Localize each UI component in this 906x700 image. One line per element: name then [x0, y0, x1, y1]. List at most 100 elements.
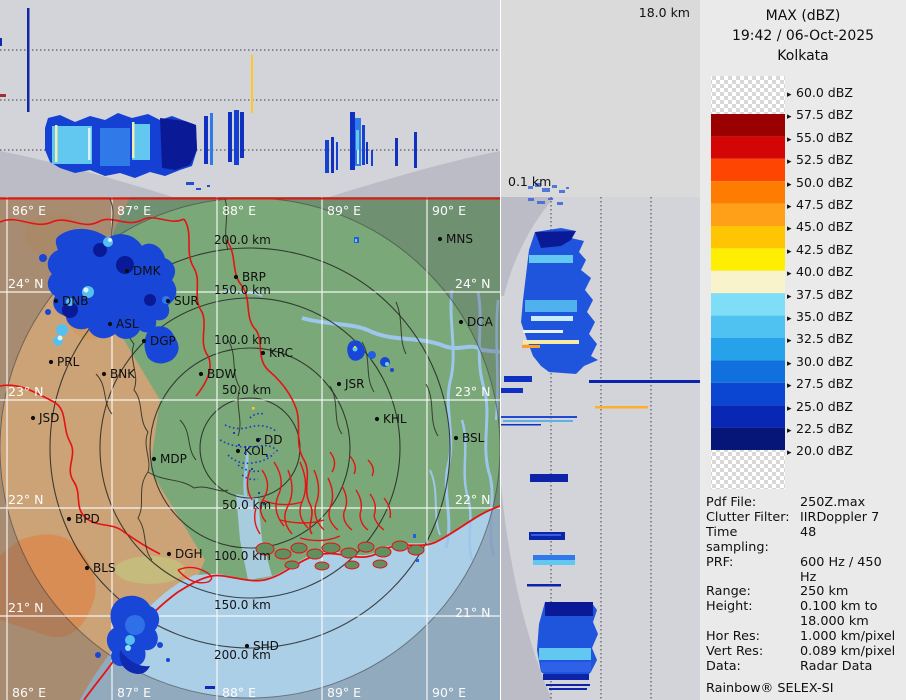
city-dot [124, 268, 130, 274]
longitude-label: 90° E [432, 685, 466, 700]
latitude-label: 23° N [8, 384, 43, 399]
metadata-value: IIRDoppler 7 [800, 509, 880, 525]
dbz-label: 25.0 dBZ [796, 399, 853, 414]
metadata-label: Height: [706, 599, 753, 615]
scale-band [711, 315, 785, 338]
city-label: BNK [110, 367, 136, 381]
metadata-label [706, 615, 800, 630]
city-label: DMK [133, 264, 162, 278]
dbz-label: 47.5 dBZ [796, 197, 853, 212]
scale-band [711, 248, 785, 271]
axis-annotation-corner: 18.0 km 0.1 km [500, 0, 701, 197]
latitude-label: 22° N [455, 492, 490, 507]
metadata-label: Range: [706, 584, 751, 600]
metadata-row: Hor Res: 1.000 km/pixel [706, 629, 902, 645]
dbz-label: 22.5 dBZ [796, 421, 853, 436]
city-label: MDP [160, 452, 187, 466]
tick-arrow-icon: ▸ [787, 157, 792, 167]
longitude-label: 89° E [327, 203, 361, 218]
ring-label: 50.0 km [222, 383, 271, 397]
tick-arrow-icon: ▸ [787, 426, 792, 436]
tick-arrow-icon: ▸ [787, 359, 792, 369]
scale-band [711, 338, 785, 361]
city-dot [198, 371, 204, 377]
scale-band [711, 226, 785, 249]
metadata-value: 0.100 km to [800, 599, 878, 615]
city-dot [101, 371, 107, 377]
ring-label: 150.0 km [214, 283, 271, 297]
scale-band [711, 114, 785, 137]
metadata-label: Data: [706, 658, 741, 674]
metadata-row: Data: Radar Data [706, 658, 902, 675]
ring-label: 150.0 km [214, 598, 271, 612]
dbz-label: 27.5 dBZ [796, 376, 853, 391]
scale-band [711, 203, 785, 226]
tick-arrow-icon: ▸ [787, 224, 792, 234]
metadata-rows: Pdf File: 250Z.max Clutter Filter: IIRDo… [706, 495, 902, 675]
metadata-row: Time sampling: 48 [706, 524, 902, 556]
scale-band [711, 360, 785, 383]
metadata-row: 18.000 km [706, 614, 902, 630]
metadata-value: 250Z.max [800, 495, 866, 510]
city-label: BLS [93, 561, 116, 575]
metadata-row: Range: 250 km [706, 585, 902, 600]
dbz-label: 35.0 dBZ [796, 309, 853, 324]
dbz-label: 42.5 dBZ [796, 242, 853, 257]
latitude-label: 21° N [455, 605, 490, 620]
city-dot [233, 274, 239, 280]
dbz-label: 20.0 dBZ [796, 443, 853, 458]
tick-arrow-icon: ▸ [787, 448, 792, 458]
radar-map: 200.0 km150.0 km100.0 km50.0 km50.0 km10… [0, 197, 500, 700]
dbz-label: 30.0 dBZ [796, 354, 853, 369]
longitude-label: 88° E [222, 203, 256, 218]
tick-arrow-icon: ▸ [787, 269, 792, 279]
radar-map-panel: 200.0 km 150.0 km 100.0 km 50.0 km 50.0 km 10… [0, 197, 500, 700]
dbz-label: 57.5 dBZ [796, 107, 853, 122]
scale-band [711, 293, 785, 316]
city-label: BPD [75, 512, 100, 526]
longitude-label: 90° E [432, 203, 466, 218]
metadata-value: 250 km [800, 584, 849, 600]
latitude-label: 24° N [455, 276, 490, 291]
metadata-value: 0.089 km/pixel [800, 644, 896, 660]
top-projection-panel [0, 0, 500, 197]
metadata-row: Height: 0.100 km to [706, 599, 902, 615]
ring-label: 100.0 km [214, 333, 271, 347]
latitude-label: 24° N [8, 276, 43, 291]
city-dot [336, 381, 342, 387]
tick-arrow-icon: ▸ [787, 202, 792, 212]
city-label: KRC [269, 346, 293, 360]
metadata-value: 48 [800, 524, 817, 540]
max-height-label: 18.0 km [638, 5, 690, 20]
scale-band [711, 181, 785, 204]
metadata-label: Clutter Filter: [706, 509, 790, 525]
longitude-label: 86° E [12, 203, 46, 218]
city-label: JSR [344, 377, 365, 391]
side-projection-echoes [501, 198, 701, 690]
metadata-row: Pdf File: 250Z.max [706, 495, 902, 511]
longitude-label: 87° E [117, 685, 151, 700]
dbz-label: 45.0 dBZ [796, 219, 853, 234]
dbz-label: 60.0 dBZ [796, 85, 853, 100]
metadata-row: Vert Res: 0.089 km/pixel [706, 644, 902, 660]
scale-band [711, 405, 785, 428]
tick-arrow-icon: ▸ [787, 247, 792, 257]
city-label: DNB [62, 294, 88, 308]
city-label: PRL [57, 355, 80, 369]
product-metadata: Pdf File: 250Z.max Clutter Filter: IIRDo… [706, 495, 902, 696]
latitude-label: 21° N [8, 600, 43, 615]
city-label: DCA [467, 315, 494, 329]
longitude-label: 88° E [222, 685, 256, 700]
longitude-label: 86° E [12, 685, 46, 700]
city-dot [260, 350, 266, 356]
tick-arrow-icon: ▸ [787, 90, 792, 100]
city-dot [244, 643, 250, 649]
scale-transparent-bottom [711, 450, 785, 489]
dbz-label: 32.5 dBZ [796, 331, 853, 346]
latitude-label: 22° N [8, 492, 43, 507]
city-dot [374, 416, 380, 422]
city-dot [151, 456, 157, 462]
scale-band [711, 136, 785, 159]
city-dot [453, 435, 459, 441]
scale-band [711, 382, 785, 406]
